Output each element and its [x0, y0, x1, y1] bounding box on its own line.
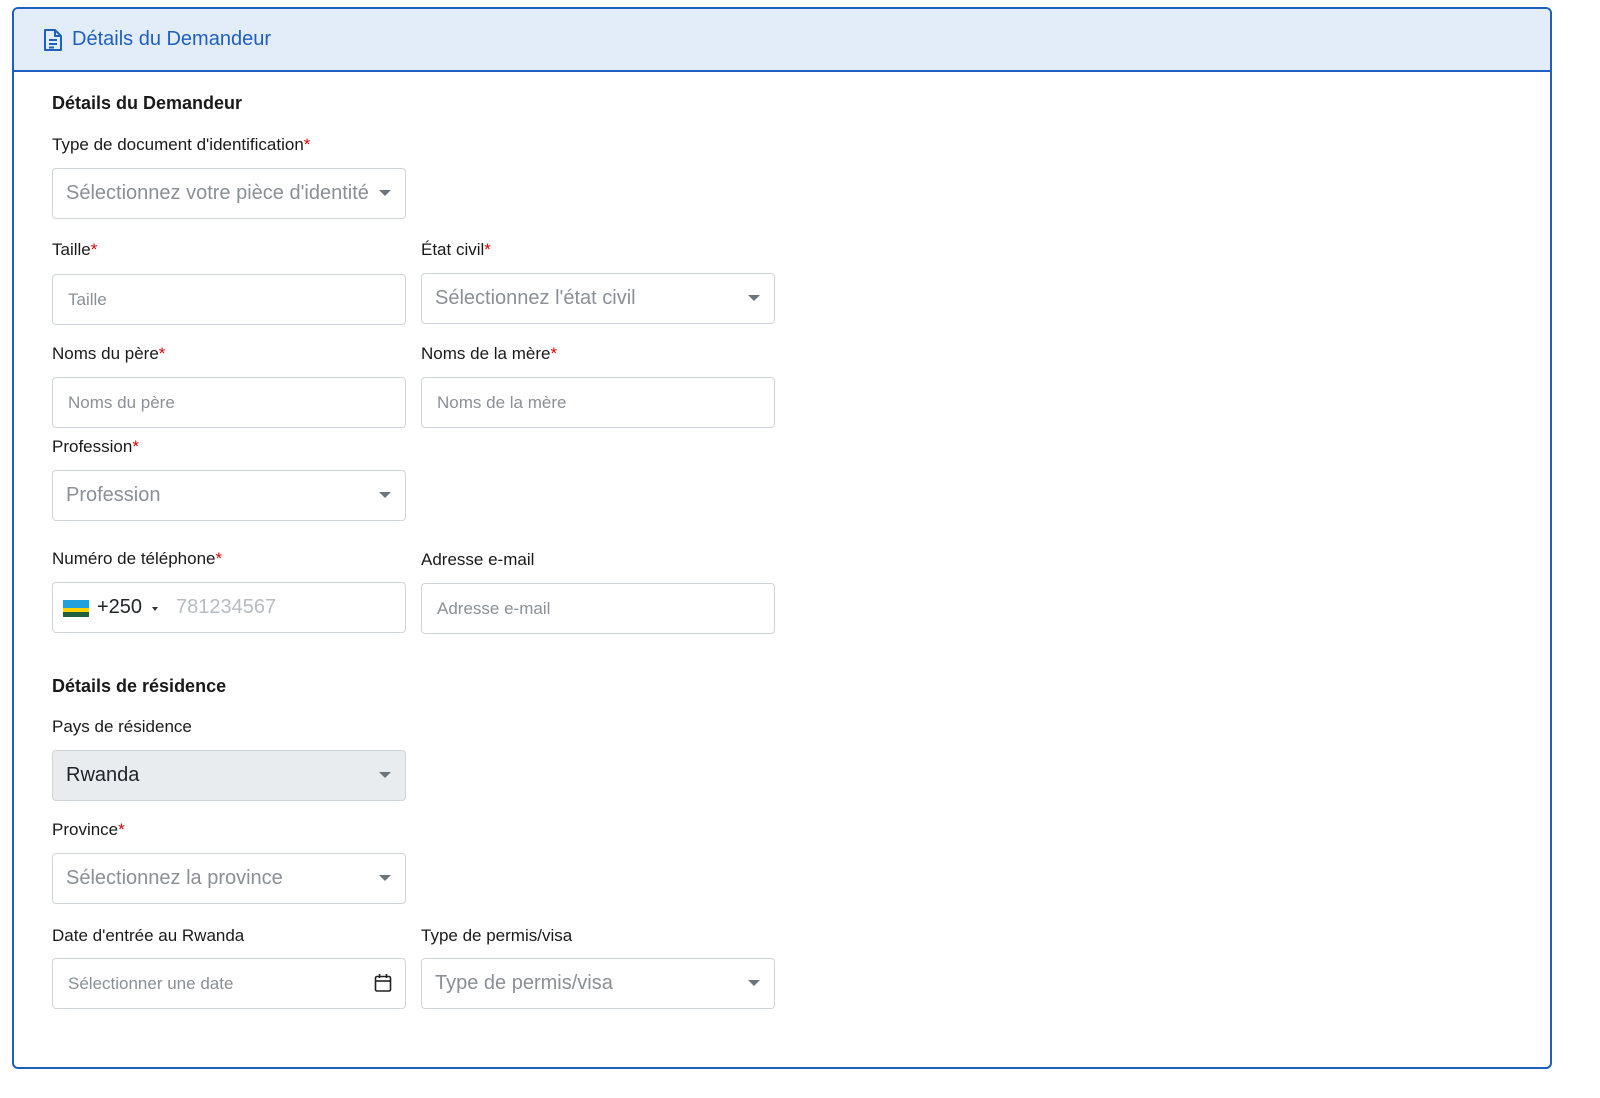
mother-names-placeholder: Noms de la mère [437, 393, 567, 412]
province-label: Province* [52, 820, 125, 839]
caret-down-icon [379, 772, 391, 778]
card-title: Détails du Demandeur [72, 28, 271, 50]
father-names-input[interactable]: Noms du père [52, 377, 406, 428]
section-title-applicant: Détails du Demandeur [52, 93, 243, 113]
email-label: Adresse e-mail [421, 550, 535, 569]
required-marker: * [132, 437, 139, 456]
province-select[interactable]: Sélectionnez la province [52, 853, 406, 904]
card-header: Détails du Demandeur [14, 9, 1550, 72]
height-input[interactable]: Taille [52, 274, 406, 325]
entry-date-input[interactable]: Sélectionner une date [52, 958, 406, 1009]
section-title-residence: Détails de résidence [52, 676, 227, 696]
mother-names-input[interactable]: Noms de la mère [421, 377, 775, 428]
required-marker: * [550, 344, 558, 363]
country-label: Pays de résidence [52, 717, 192, 736]
profession-select[interactable]: Profession [52, 470, 406, 521]
id-type-placeholder: Sélectionnez votre pièce d'identité [66, 182, 369, 204]
required-marker: * [90, 240, 98, 259]
marital-status-label: État civil* [421, 240, 491, 259]
height-label: Taille* [52, 240, 98, 259]
caret-down-icon [379, 190, 391, 196]
entry-date-label: Date d'entrée au Rwanda [52, 926, 245, 945]
marital-status-placeholder: Sélectionnez l'état civil [435, 287, 636, 309]
phone-input[interactable]: +250 781234567 [52, 582, 406, 633]
permit-type-select[interactable]: Type de permis/visa [421, 958, 775, 1009]
id-type-label: Type de document d'identification* [52, 135, 311, 154]
required-marker: * [215, 549, 223, 568]
country-select: Rwanda [52, 750, 406, 801]
profession-label: Profession* [52, 437, 139, 456]
file-text-icon [42, 28, 64, 52]
caret-down-icon [748, 980, 760, 986]
phone-label: Numéro de téléphone* [52, 549, 223, 568]
email-input[interactable]: Adresse e-mail [421, 583, 775, 634]
province-placeholder: Sélectionnez la province [66, 867, 283, 889]
height-placeholder: Taille [68, 290, 107, 309]
marital-status-select[interactable]: Sélectionnez l'état civil [421, 273, 775, 324]
id-type-select[interactable]: Sélectionnez votre pièce d'identité [52, 168, 406, 219]
required-marker: * [118, 820, 125, 839]
country-code-caret-icon[interactable] [152, 607, 158, 611]
father-names-placeholder: Noms du père [68, 393, 175, 412]
father-names-label: Noms du père* [52, 344, 166, 363]
required-marker: * [484, 240, 491, 259]
country-value: Rwanda [66, 764, 140, 786]
mother-names-label: Noms de la mère* [421, 344, 558, 363]
phone-placeholder: 781234567 [176, 596, 277, 618]
calendar-icon[interactable] [374, 973, 392, 993]
rwanda-flag-icon[interactable] [63, 600, 89, 617]
profession-placeholder: Profession [66, 484, 161, 506]
applicant-details-card: Détails du Demandeur [12, 7, 1552, 1069]
permit-type-label: Type de permis/visa [421, 926, 573, 945]
required-marker: * [303, 135, 311, 154]
email-placeholder: Adresse e-mail [437, 599, 551, 618]
entry-date-placeholder: Sélectionner une date [68, 974, 234, 993]
caret-down-icon [379, 492, 391, 498]
permit-type-placeholder: Type de permis/visa [435, 972, 613, 994]
required-marker: * [158, 344, 166, 363]
dial-code[interactable]: +250 [97, 583, 142, 632]
caret-down-icon [748, 295, 760, 301]
caret-down-icon [379, 875, 391, 881]
